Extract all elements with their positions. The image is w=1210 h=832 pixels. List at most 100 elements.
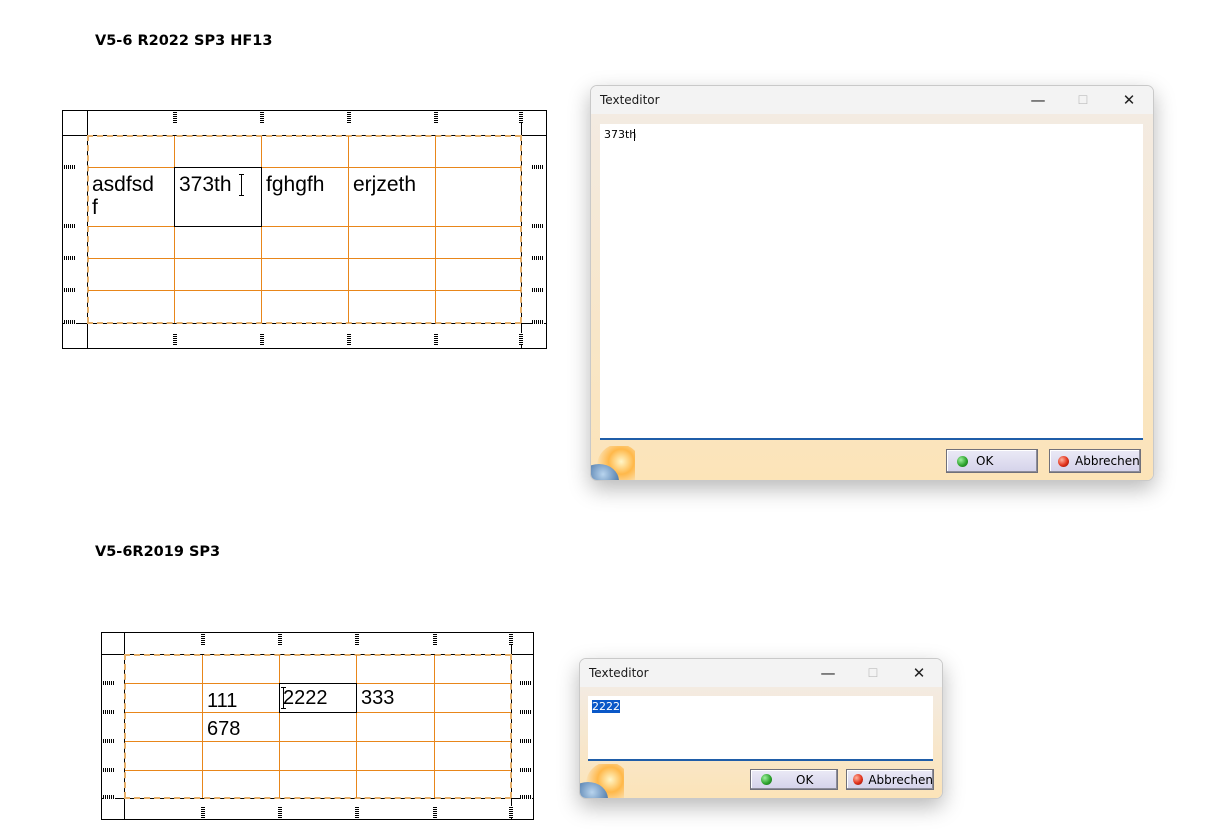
table-cell[interactable]: 373th — [179, 173, 232, 196]
drawing-table-bottom[interactable]: 111 678 2222 333 — [101, 632, 534, 820]
row-resize-handle[interactable] — [532, 288, 544, 292]
row-resize-handle[interactable] — [103, 710, 115, 714]
column-resize-handle[interactable] — [173, 111, 177, 123]
table-grid-line — [125, 770, 511, 771]
minimize-icon[interactable]: — — [1016, 86, 1060, 114]
maximize-icon[interactable]: ☐ — [1061, 86, 1105, 114]
dialog-client-area: 373th OK Abbrechen — [591, 114, 1153, 480]
cancel-label: Abbrechen — [1075, 454, 1140, 468]
row-resize-handle[interactable] — [103, 795, 115, 799]
minimize-icon[interactable]: — — [806, 659, 850, 687]
dialog-titlebar[interactable]: Texteditor — ☐ ✕ — [580, 659, 942, 687]
table-grid-line — [88, 167, 521, 168]
table-cell[interactable]: 333 — [361, 687, 394, 709]
table-cell[interactable]: asdfsd f — [92, 173, 154, 219]
row-resize-handle[interactable] — [532, 320, 544, 324]
text-cursor-icon — [281, 687, 286, 709]
close-icon[interactable]: ✕ — [897, 659, 941, 687]
ok-button[interactable]: OK — [750, 769, 838, 790]
table-grid-line — [202, 655, 203, 798]
cancel-icon — [853, 774, 864, 785]
table-dashed-border — [510, 654, 512, 798]
ok-label: OK — [976, 454, 994, 468]
table-dashed-border — [124, 797, 511, 799]
table-grid-line — [279, 655, 280, 798]
ok-icon — [761, 774, 772, 785]
text-editor-area[interactable]: 373th — [600, 124, 1143, 440]
row-resize-handle[interactable] — [532, 256, 544, 260]
column-resize-handle[interactable] — [433, 806, 437, 818]
column-resize-handle[interactable] — [434, 333, 438, 345]
table-cell[interactable]: fghgfh — [266, 173, 324, 196]
text-editor-area[interactable]: 2222 — [588, 696, 933, 761]
cancel-button[interactable]: Abbrechen — [846, 769, 934, 790]
column-resize-handle[interactable] — [278, 806, 282, 818]
dialog-titlebar[interactable]: Texteditor — ☐ ✕ — [591, 86, 1153, 114]
dialog-title: Texteditor — [589, 666, 649, 680]
table-cell[interactable]: 111 678 — [207, 687, 240, 743]
column-resize-handle[interactable] — [260, 111, 264, 123]
texteditor-dialog-top: Texteditor — ☐ ✕ 373th OK Abbrechen — [590, 85, 1154, 481]
column-resize-handle[interactable] — [173, 333, 177, 345]
row-resize-handle[interactable] — [103, 739, 115, 743]
catia-globe-logo — [580, 764, 624, 798]
column-resize-handle[interactable] — [347, 333, 351, 345]
table-grid-line — [348, 136, 349, 323]
row-resize-handle[interactable] — [520, 681, 532, 685]
column-resize-handle[interactable] — [201, 633, 205, 645]
row-resize-handle[interactable] — [64, 288, 76, 292]
ok-button[interactable]: OK — [946, 449, 1038, 473]
row-resize-handle[interactable] — [64, 256, 76, 260]
row-resize-handle[interactable] — [103, 768, 115, 772]
version-heading-bottom: V5-6R2019 SP3 — [95, 544, 221, 560]
column-resize-handle[interactable] — [260, 333, 264, 345]
table-dashed-border — [520, 135, 522, 323]
row-resize-handle[interactable] — [64, 224, 76, 228]
row-resize-handle[interactable] — [532, 224, 544, 228]
column-resize-handle[interactable] — [433, 633, 437, 645]
column-resize-handle[interactable] — [347, 111, 351, 123]
column-resize-handle[interactable] — [355, 806, 359, 818]
table-grid-line — [435, 136, 436, 323]
column-resize-handle[interactable] — [509, 633, 513, 645]
maximize-icon[interactable]: ☐ — [851, 659, 895, 687]
table-dashed-border — [87, 135, 521, 137]
column-resize-handle[interactable] — [278, 633, 282, 645]
column-resize-handle[interactable] — [519, 111, 523, 123]
row-resize-handle[interactable] — [532, 165, 544, 169]
column-resize-handle[interactable] — [201, 806, 205, 818]
cancel-button[interactable]: Abbrechen — [1049, 449, 1141, 473]
column-resize-handle[interactable] — [355, 633, 359, 645]
column-resize-handle[interactable] — [509, 806, 513, 818]
row-resize-handle[interactable] — [520, 710, 532, 714]
table-grid-line — [125, 741, 511, 742]
table-cell[interactable]: erjzeth — [353, 173, 416, 196]
table-grid-line — [434, 655, 435, 798]
dialog-client-area: 2222 OK Abbrechen — [580, 687, 942, 798]
drawing-table-top[interactable]: asdfsd f 373th fghgfh erjzeth — [62, 110, 547, 349]
ok-icon — [957, 455, 968, 467]
table-cell[interactable]: 2222 — [283, 687, 328, 709]
row-resize-handle[interactable] — [520, 768, 532, 772]
row-resize-handle[interactable] — [520, 739, 532, 743]
table-grid-line — [88, 290, 521, 291]
close-icon[interactable]: ✕ — [1107, 86, 1151, 114]
table-dashed-border — [124, 654, 511, 656]
version-heading-top: V5-6 R2022 SP3 HF13 — [95, 33, 273, 49]
cancel-label: Abbrechen — [868, 772, 933, 787]
text-cursor-icon — [239, 174, 244, 196]
text-caret — [634, 129, 635, 141]
column-resize-handle[interactable] — [434, 111, 438, 123]
row-resize-handle[interactable] — [64, 165, 76, 169]
row-resize-handle[interactable] — [103, 681, 115, 685]
row-resize-handle[interactable] — [520, 795, 532, 799]
table-dashed-border — [87, 135, 89, 323]
table-grid-line — [174, 136, 175, 323]
table-grid-line — [261, 136, 262, 323]
column-resize-handle[interactable] — [519, 333, 523, 345]
dialog-title: Texteditor — [600, 93, 660, 107]
row-resize-handle[interactable] — [64, 320, 76, 324]
table-dashed-border — [87, 322, 521, 324]
editor-text: 373th — [604, 128, 637, 141]
ok-label: OK — [796, 772, 814, 787]
